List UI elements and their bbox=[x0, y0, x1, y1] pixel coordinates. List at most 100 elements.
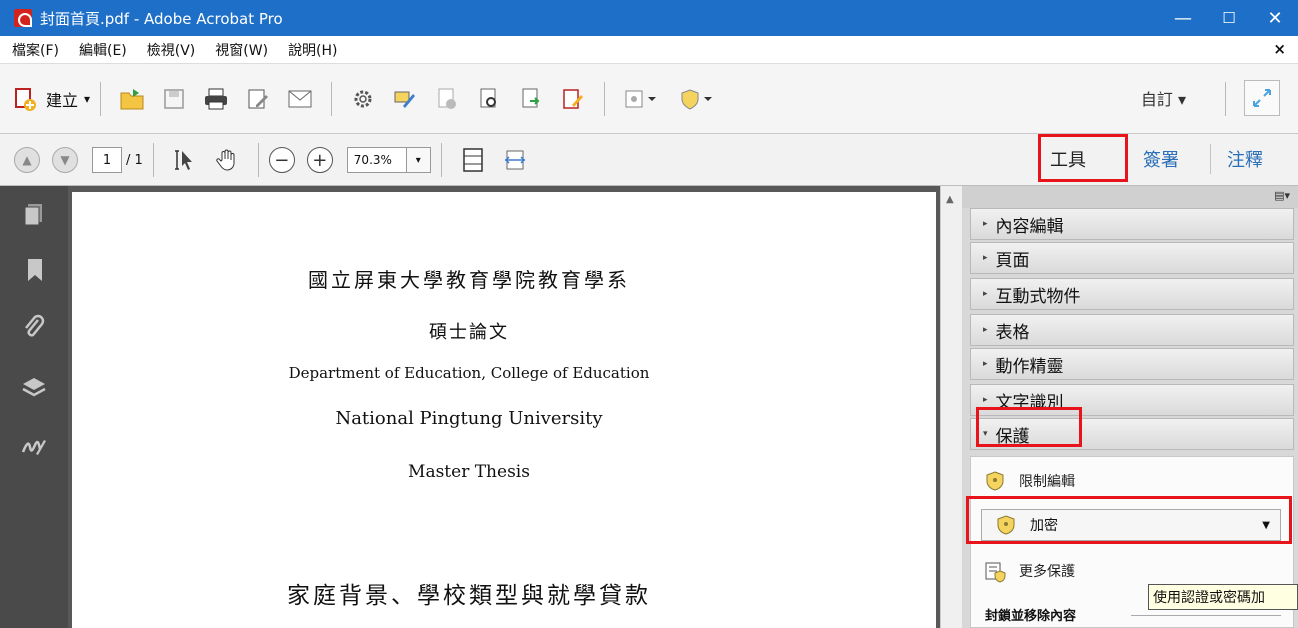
tab-comment[interactable]: 注釋 bbox=[1227, 146, 1263, 172]
highlight-tools-tab bbox=[1038, 134, 1128, 182]
document-search-icon[interactable] bbox=[476, 86, 502, 112]
fit-width-icon[interactable] bbox=[502, 147, 528, 173]
settings-dropdown-icon[interactable] bbox=[623, 86, 663, 112]
hand-tool-icon[interactable] bbox=[214, 147, 240, 173]
menu-help[interactable]: 說明(H) bbox=[276, 40, 345, 60]
chevron-right-icon: ▸ bbox=[983, 289, 988, 299]
doc-thesis-en: Master Thesis bbox=[408, 462, 530, 482]
tab-separator bbox=[1210, 144, 1211, 174]
chevron-right-icon: ▸ bbox=[983, 219, 988, 229]
menu-edit[interactable]: 編輯(E) bbox=[67, 40, 135, 60]
chevron-right-icon: ▸ bbox=[983, 253, 988, 263]
doc-university-line: 國立屏東大學教育學院教育學系 bbox=[308, 268, 630, 292]
left-navigation-pane bbox=[0, 186, 68, 628]
email-icon[interactable] bbox=[287, 86, 313, 112]
document-protect-icon[interactable] bbox=[434, 86, 460, 112]
more-protection-item[interactable]: 更多保護 bbox=[985, 561, 1075, 583]
document-export-icon[interactable] bbox=[518, 86, 544, 112]
page-thumbnails-icon[interactable] bbox=[20, 200, 48, 228]
section-content-editing[interactable]: ▸ 內容編輯 bbox=[970, 208, 1294, 240]
close-button[interactable]: ✕ bbox=[1252, 0, 1298, 36]
subsection-divider bbox=[1131, 615, 1281, 616]
document-view: 國立屏東大學教育學院教育學系 碩士論文 Department of Educat… bbox=[68, 186, 940, 628]
toolbar-separator bbox=[440, 143, 442, 177]
chevron-right-icon: ▸ bbox=[983, 395, 988, 405]
section-label: 表格 bbox=[995, 322, 1030, 343]
zoom-in-icon[interactable]: + bbox=[306, 147, 333, 173]
title-bar: 封面首頁.pdf - Adobe Acrobat Pro — ☐ ✕ bbox=[0, 0, 1298, 36]
page-number-input[interactable]: 1 bbox=[92, 147, 122, 173]
maximize-button[interactable]: ☐ bbox=[1206, 0, 1252, 36]
protection-options-icon bbox=[985, 561, 1006, 583]
toolbar-separator bbox=[152, 143, 154, 177]
redaction-subsection-title: 封鎖並移除內容 bbox=[985, 609, 1077, 624]
fit-page-icon[interactable] bbox=[460, 147, 486, 173]
scroll-up-icon[interactable]: ▲ bbox=[946, 194, 954, 205]
close-document-icon[interactable]: × bbox=[1273, 40, 1286, 58]
toolbar-separator bbox=[604, 82, 606, 116]
customize-button[interactable]: 自訂 ▾ bbox=[1141, 86, 1186, 110]
menu-view[interactable]: 檢視(V) bbox=[135, 40, 204, 60]
zoom-out-icon[interactable]: − bbox=[268, 147, 295, 173]
minimize-button[interactable]: — bbox=[1160, 0, 1206, 36]
attachments-icon[interactable] bbox=[20, 314, 48, 342]
section-action-wizard[interactable]: ▸ 動作精靈 bbox=[970, 348, 1294, 380]
section-forms[interactable]: ▸ 表格 bbox=[970, 314, 1294, 346]
menu-file[interactable]: 檔案(F) bbox=[0, 40, 67, 60]
shield-icon bbox=[985, 471, 1005, 491]
expand-icon[interactable] bbox=[1244, 80, 1280, 116]
chevron-down-icon: ▾ bbox=[84, 92, 91, 106]
toolbar-separator bbox=[257, 143, 259, 177]
tools-pane-header: ▤▾ bbox=[962, 186, 1298, 208]
security-dropdown-icon[interactable] bbox=[679, 86, 719, 112]
layers-icon[interactable] bbox=[20, 374, 48, 402]
create-icon bbox=[12, 86, 38, 112]
menu-bar: 檔案(F) 編輯(E) 檢視(V) 視窗(W) 說明(H) × bbox=[0, 36, 1298, 64]
signatures-icon[interactable] bbox=[20, 432, 48, 460]
doc-title-zh: 家庭背景、學校類型與就學貸款 bbox=[287, 583, 651, 609]
more-protection-label: 更多保護 bbox=[1019, 564, 1075, 580]
acrobat-app-icon bbox=[14, 9, 32, 27]
zoom-dropdown-icon[interactable]: ▾ bbox=[406, 147, 431, 173]
chevron-right-icon: ▸ bbox=[983, 359, 988, 369]
fill-sign-icon[interactable] bbox=[392, 86, 418, 112]
highlight-protection-section bbox=[976, 407, 1082, 447]
section-label: 內容編輯 bbox=[995, 216, 1064, 237]
encrypt-tooltip: 使用認證或密碼加 bbox=[1148, 584, 1298, 610]
window-title: 封面首頁.pdf - Adobe Acrobat Pro bbox=[40, 9, 283, 28]
pdf-page: 國立屏東大學教育學院教育學系 碩士論文 Department of Educat… bbox=[72, 192, 936, 628]
highlight-encrypt-dropdown bbox=[966, 496, 1292, 544]
tab-sign[interactable]: 簽署 bbox=[1143, 146, 1179, 172]
section-pages[interactable]: ▸ 頁面 bbox=[970, 242, 1294, 274]
section-label: 頁面 bbox=[995, 250, 1030, 271]
doc-university-en: National Pingtung University bbox=[335, 408, 603, 429]
create-button[interactable]: 建立 ▾ bbox=[12, 86, 90, 112]
select-cursor-icon[interactable] bbox=[172, 147, 198, 173]
save-icon[interactable] bbox=[161, 86, 187, 112]
bookmarks-icon[interactable] bbox=[20, 256, 48, 284]
section-label: 互動式物件 bbox=[995, 286, 1081, 307]
zoom-level-input[interactable]: 70.3% bbox=[346, 147, 407, 173]
print-icon[interactable] bbox=[203, 86, 229, 112]
pane-options-icon[interactable]: ▤▾ bbox=[1274, 189, 1290, 202]
vertical-scrollbar[interactable]: ▲ bbox=[940, 186, 962, 628]
doc-thesis-zh: 碩士論文 bbox=[429, 322, 509, 343]
toolbar-separator bbox=[1225, 82, 1226, 116]
restrict-editing-label: 限制編輯 bbox=[1019, 474, 1075, 490]
section-label: 動作精靈 bbox=[995, 356, 1064, 377]
document-edit-icon[interactable] bbox=[560, 86, 586, 112]
page-total: / 1 bbox=[126, 152, 143, 168]
chevron-right-icon: ▸ bbox=[983, 325, 988, 335]
toolbar-separator bbox=[100, 82, 102, 116]
create-label: 建立 bbox=[46, 91, 79, 110]
restrict-editing-item[interactable]: 限制編輯 bbox=[985, 471, 1075, 491]
edit-document-icon[interactable] bbox=[245, 86, 271, 112]
gear-icon[interactable] bbox=[350, 86, 376, 112]
main-toolbar: 建立 ▾ 自訂 ▾ bbox=[0, 64, 1298, 134]
section-interactive-objects[interactable]: ▸ 互動式物件 bbox=[970, 278, 1294, 310]
previous-page-icon[interactable]: ▲ bbox=[14, 147, 40, 173]
open-folder-icon[interactable] bbox=[119, 86, 145, 112]
doc-department-en: Department of Education, College of Educ… bbox=[288, 364, 650, 382]
next-page-icon[interactable]: ▼ bbox=[52, 147, 78, 173]
menu-window[interactable]: 視窗(W) bbox=[203, 40, 276, 60]
